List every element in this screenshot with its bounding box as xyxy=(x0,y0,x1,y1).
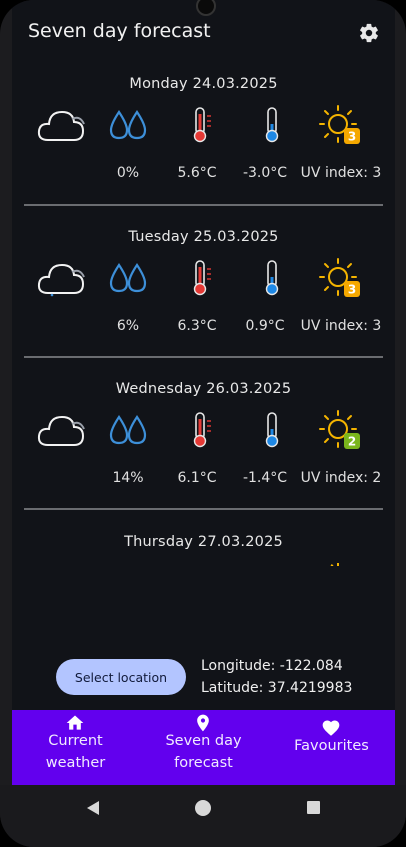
gear-icon[interactable] xyxy=(358,22,380,44)
cloud-icon xyxy=(37,110,85,141)
uv-sun-icon: 2 xyxy=(319,410,360,449)
raindrops-icon xyxy=(109,263,147,293)
longitude-text: Longitude: -122.084 xyxy=(201,658,343,674)
nav-seven-day-forecast[interactable]: Seven day forecast xyxy=(140,710,267,785)
forecast-day-wednesday: Wednesday 26.03.2025 2 14% 6.1°C -1.4°C … xyxy=(12,373,395,525)
recents-icon[interactable] xyxy=(306,799,322,817)
thermometer-cold-icon xyxy=(265,412,279,448)
divider xyxy=(24,204,383,206)
nav-current-weather[interactable]: Current weather xyxy=(12,710,139,785)
uv-index-label: UV index: 2 xyxy=(300,470,382,486)
page-title: Seven day forecast xyxy=(28,20,211,42)
nav-label: Seven day forecast xyxy=(140,730,267,774)
nav-favourites[interactable]: Favourites xyxy=(268,710,395,785)
uv-badge-value: 3 xyxy=(348,130,356,144)
system-navigation-bar xyxy=(0,785,406,847)
day-date: Monday 24.03.2025 xyxy=(129,76,278,92)
cloud-icon xyxy=(37,263,85,297)
day-date: Tuesday 25.03.2025 xyxy=(128,229,279,245)
back-icon[interactable] xyxy=(84,799,102,817)
uv-sun-icon: 3 xyxy=(319,258,360,297)
bottom-navigation: Current weather Seven day forecast Favou… xyxy=(12,710,395,785)
forecast-day-tuesday: Tuesday 25.03.2025 3 6% 6.3°C 0.9°C UV i… xyxy=(12,221,395,373)
thermometer-hot-icon xyxy=(193,260,211,296)
thermometer-cold-icon xyxy=(265,260,279,296)
uv-sun-icon xyxy=(330,563,339,566)
location-panel: Select location Longitude: -122.084 Lati… xyxy=(12,650,395,706)
home-circle-icon[interactable] xyxy=(194,799,212,817)
nav-label: Favourites xyxy=(268,735,395,757)
nav-label-line2: forecast xyxy=(174,755,233,771)
select-location-button[interactable]: Select location xyxy=(56,659,186,695)
nav-label-line1: Seven day xyxy=(165,733,242,749)
thermometer-hot-icon xyxy=(193,107,211,143)
nav-label-line1: Current xyxy=(48,733,103,749)
nav-label: Current weather xyxy=(12,730,139,774)
forecast-day-thursday: Thursday 27.03.2025 xyxy=(12,526,395,566)
nav-label-line1: Favourites xyxy=(294,738,369,754)
day-date: Thursday 27.03.2025 xyxy=(124,534,283,550)
raindrops-icon xyxy=(109,110,147,140)
phone-frame: Seven day forecast Monday 24.03.2025 3 0… xyxy=(0,0,406,847)
uv-sun-icon: 3 xyxy=(319,105,360,144)
raindrops-icon xyxy=(109,415,147,445)
day-date: Wednesday 26.03.2025 xyxy=(115,381,292,397)
thermometer-hot-icon xyxy=(193,412,211,448)
cloud-icon xyxy=(37,415,85,446)
nav-label-line2: weather xyxy=(45,755,106,771)
uv-index-label: UV index: 3 xyxy=(300,318,382,334)
uv-badge-value: 2 xyxy=(348,435,356,449)
divider xyxy=(24,508,383,510)
app-screen: Seven day forecast Monday 24.03.2025 3 0… xyxy=(12,0,395,847)
thermometer-cold-icon xyxy=(265,107,279,143)
uv-badge-value: 3 xyxy=(348,283,356,297)
forecast-day-monday: Monday 24.03.2025 3 0% 5.6°C -3.0°C UV i… xyxy=(12,68,395,220)
latitude-text: Latitude: 37.4219983 xyxy=(201,680,353,696)
divider xyxy=(24,356,383,358)
uv-index-label: UV index: 3 xyxy=(300,165,382,181)
